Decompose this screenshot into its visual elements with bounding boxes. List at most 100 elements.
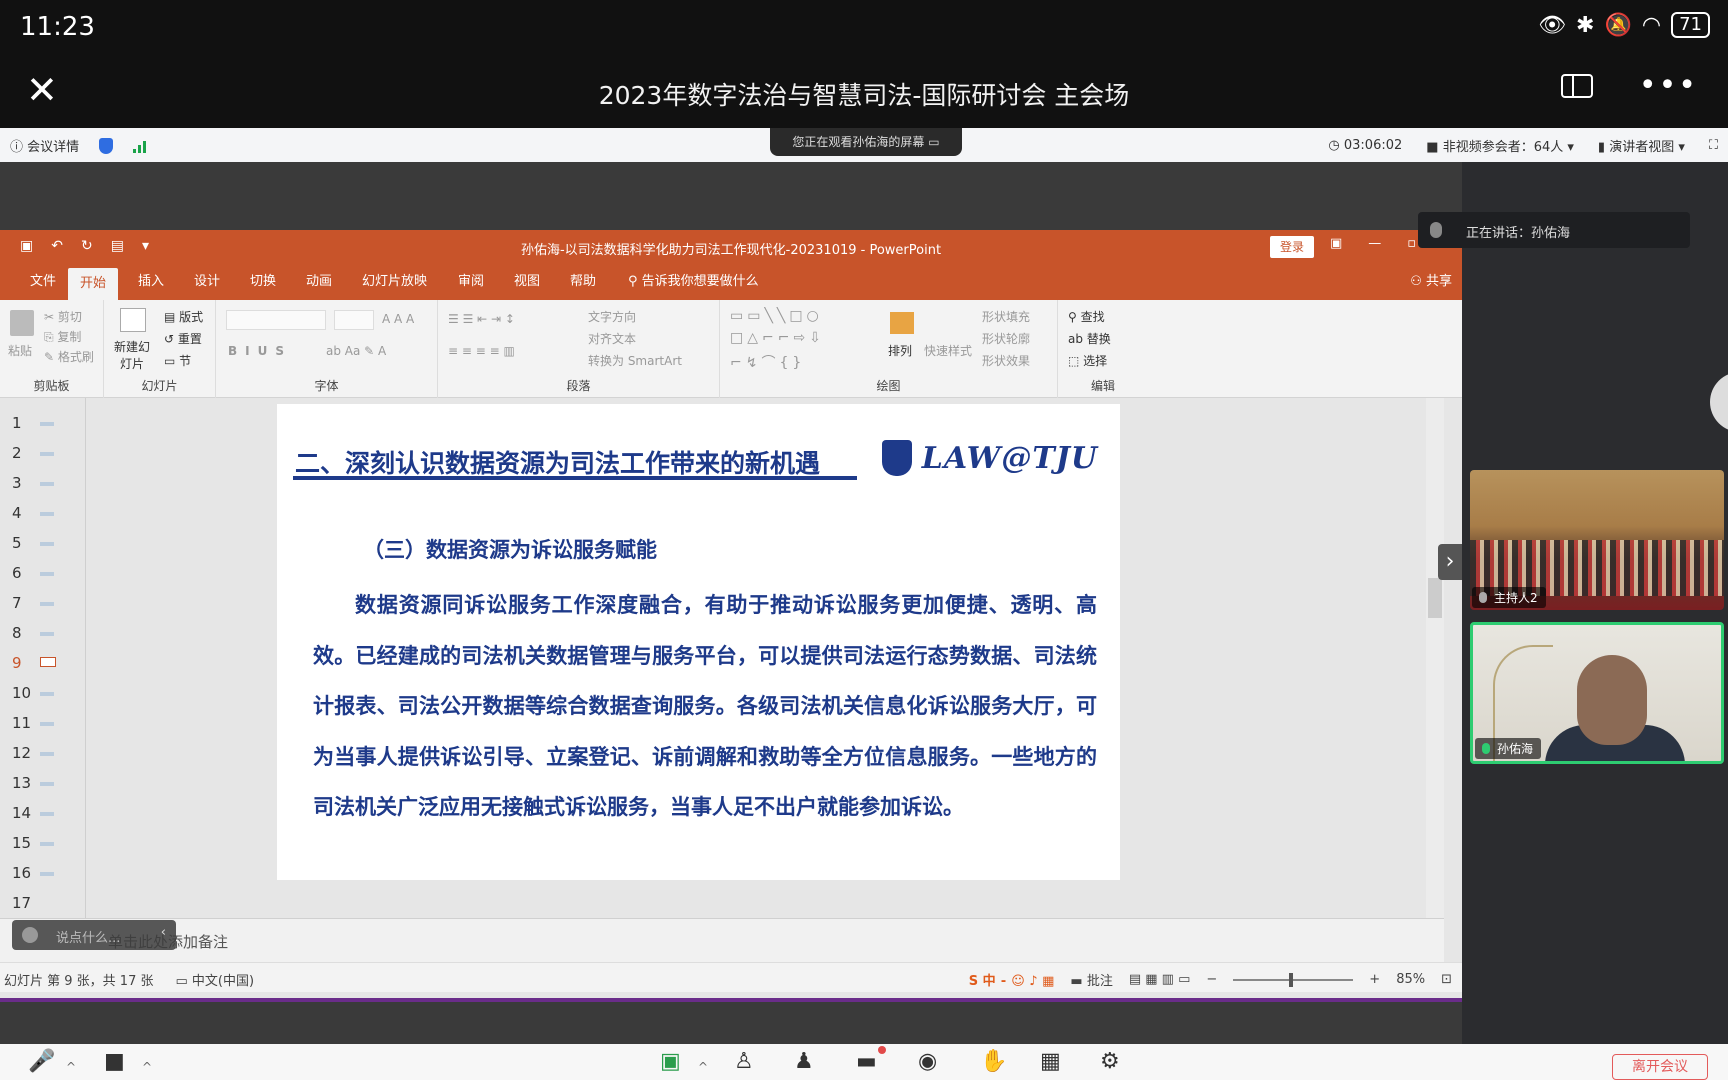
share-button[interactable]: ⚇ 共享 (1410, 264, 1452, 300)
arrange-button[interactable]: 排列 (888, 342, 912, 359)
reset-button[interactable]: ↺ 重置 (164, 330, 202, 347)
font-style-buttons[interactable]: BIUS (228, 344, 292, 358)
speech-input-overlay[interactable]: 说点什么... ‹ (12, 920, 176, 950)
share-screen-button[interactable]: ▣ (660, 1050, 681, 1074)
fit-slide-icon[interactable]: ⊡ (1441, 972, 1452, 987)
select-button[interactable]: ⬚ 选择 (1068, 352, 1107, 369)
slide-scrollbar[interactable] (1426, 398, 1444, 918)
language-indicator[interactable]: ▭ 中文(中国) (175, 970, 254, 989)
thumbnail-slide-16[interactable]: 16 (0, 864, 86, 884)
tab-transitions[interactable]: 切换 (238, 264, 288, 300)
apps-button[interactable]: ▦ (1040, 1050, 1061, 1074)
mic-options-caret[interactable]: ^ (66, 1060, 76, 1074)
participants-button[interactable]: ♟ (794, 1050, 814, 1074)
paste-icon[interactable] (10, 310, 34, 336)
thumbnail-slide-15[interactable]: 15 (0, 834, 86, 854)
record-button[interactable]: ◉ (918, 1050, 937, 1074)
thumbnail-slide-14[interactable]: 14 (0, 804, 86, 824)
share-options-caret[interactable]: ^ (698, 1060, 708, 1074)
tab-file[interactable]: 文件 (18, 264, 68, 300)
section-button[interactable]: ▭ 节 (164, 352, 191, 369)
thumbnail-slide-6[interactable]: 6 (0, 564, 86, 584)
tab-insert[interactable]: 插入 (126, 264, 176, 300)
layout-toggle-icon[interactable] (1560, 74, 1593, 98)
tab-slideshow[interactable]: 幻灯片放映 (350, 264, 439, 300)
shapes-gallery-row2[interactable]: □△⌐⌐⇨⇩ (730, 330, 825, 346)
security-shield-icon[interactable] (99, 137, 114, 154)
chevron-left-icon[interactable]: ‹ (161, 925, 166, 940)
shapes-gallery-row3[interactable]: ⌐↯⌒{} (730, 352, 805, 372)
zoom-out-icon[interactable]: − (1206, 972, 1217, 987)
minimize-icon[interactable]: — (1368, 236, 1381, 251)
quick-styles-button[interactable]: 快速样式 (924, 342, 972, 359)
notes-pane[interactable]: 单击此处添加备注 (0, 918, 1444, 962)
shapes-gallery[interactable]: ▭▭╲╲□○ (730, 308, 823, 324)
thumbnail-slide-5[interactable]: 5 (0, 534, 86, 554)
view-mode-dropdown[interactable]: ▮ 演讲者视图 ▾ (1598, 136, 1685, 155)
ime-toolbar-icon[interactable]: S 中 ⁃ ☺ ♪ ▦ (969, 970, 1055, 989)
arrange-icon[interactable] (890, 312, 914, 334)
list-buttons[interactable]: ☰ ☰ ⇤ ⇥ ↕ (448, 312, 515, 326)
font-size-buttons[interactable]: A A A (382, 312, 414, 326)
scrollbar-thumb[interactable] (1428, 578, 1442, 618)
format-painter-button[interactable]: ✎ 格式刷 (44, 348, 94, 365)
thumbnail-slide-13[interactable]: 13 (0, 774, 86, 794)
new-slide-button[interactable]: 新建幻灯片 (110, 338, 154, 372)
thumbnail-slide-10[interactable]: 10 (0, 684, 86, 704)
next-page-button[interactable]: › (1438, 544, 1462, 580)
paste-button[interactable]: 粘贴 (8, 342, 32, 359)
font-size-select[interactable] (334, 310, 374, 330)
leave-meeting-button[interactable]: 离开会议 (1612, 1054, 1708, 1080)
tell-me-search[interactable]: ⚲ 告诉我你想要做什么 (616, 264, 771, 300)
mute-mic-button[interactable]: 🎤 (28, 1050, 55, 1074)
thumbnail-slide-8[interactable]: 8 (0, 624, 86, 644)
tab-review[interactable]: 审阅 (446, 264, 496, 300)
more-options-icon[interactable]: ••• (1639, 71, 1698, 101)
copy-button[interactable]: ⎘ 复制 (44, 328, 81, 345)
camera-button[interactable]: ■ (104, 1050, 125, 1074)
tab-help[interactable]: 帮助 (558, 264, 608, 300)
shape-outline-button[interactable]: 形状轮廓 (982, 330, 1030, 347)
tab-design[interactable]: 设计 (182, 264, 232, 300)
thumbnail-slide-11[interactable]: 11 (0, 714, 86, 734)
screen-share-notice[interactable]: 您正在观看孙佑海的屏幕 ▭ (770, 128, 962, 156)
current-slide[interactable]: 二、深刻认识数据资源为司法工作带来的新机遇 LAW@TJU （三）数据资源为诉讼… (277, 404, 1120, 880)
new-slide-icon[interactable] (120, 308, 146, 332)
meeting-details-button[interactable]: ⓘ 会议详情 (10, 136, 79, 155)
thumbnail-slide-2[interactable]: 2 (0, 444, 86, 464)
zoom-slider[interactable] (1233, 972, 1354, 987)
thumbnail-slide-3[interactable]: 3 (0, 474, 86, 494)
tab-view[interactable]: 视图 (502, 264, 552, 300)
find-button[interactable]: ⚲ 查找 (1068, 308, 1105, 325)
fullscreen-exit-icon[interactable]: ⛶ (1709, 138, 1718, 153)
align-buttons[interactable]: ≡ ≡ ≡ ≡ ▥ (448, 344, 515, 358)
replace-button[interactable]: ab 替换 (1068, 330, 1111, 347)
participant-tile-speaker[interactable]: 孙佑海 (1470, 622, 1724, 764)
thumbnail-slide-17[interactable]: 17 (0, 894, 86, 914)
thumbnail-slide-9[interactable]: 9 (0, 654, 86, 674)
zoom-in-icon[interactable]: + (1369, 972, 1380, 987)
login-button[interactable]: 登录 (1270, 236, 1314, 258)
host-controls-button[interactable]: ♙ (734, 1050, 754, 1074)
camera-options-caret[interactable]: ^ (142, 1060, 152, 1074)
view-buttons[interactable]: ▤ ▦ ▥ ▭ (1129, 972, 1191, 987)
thumbnail-slide-4[interactable]: 4 (0, 504, 86, 524)
settings-gear-icon[interactable]: ⚙ (1100, 1050, 1120, 1074)
layout-button[interactable]: ▤ 版式 (164, 308, 203, 325)
thumbnail-slide-7[interactable]: 7 (0, 594, 86, 614)
font-color-buttons[interactable]: ab Aa ✎ A (326, 344, 386, 358)
shape-effects-button[interactable]: 形状效果 (982, 352, 1030, 369)
shape-fill-button[interactable]: 形状填充 (982, 308, 1030, 325)
tab-home[interactable]: 开始 (68, 268, 119, 300)
ribbon-display-icon[interactable]: ▣ (1330, 236, 1342, 251)
thumbnail-slide-1[interactable]: 1 (0, 414, 86, 434)
convert-smartart-button[interactable]: 转换为 SmartArt (588, 352, 682, 369)
reactions-button[interactable]: ✋ (980, 1050, 1007, 1074)
text-direction-button[interactable]: 文字方向 (588, 308, 636, 325)
chat-button[interactable]: ▬ (856, 1050, 877, 1074)
participant-tile-host[interactable]: 主持人2 (1470, 470, 1724, 610)
align-text-button[interactable]: 对齐文本 (588, 330, 636, 347)
participants-dropdown[interactable]: ■ 非视频参会者：64人 ▾ (1426, 136, 1574, 155)
font-family-select[interactable] (226, 310, 326, 330)
comments-button[interactable]: ▬ 批注 (1070, 970, 1112, 989)
